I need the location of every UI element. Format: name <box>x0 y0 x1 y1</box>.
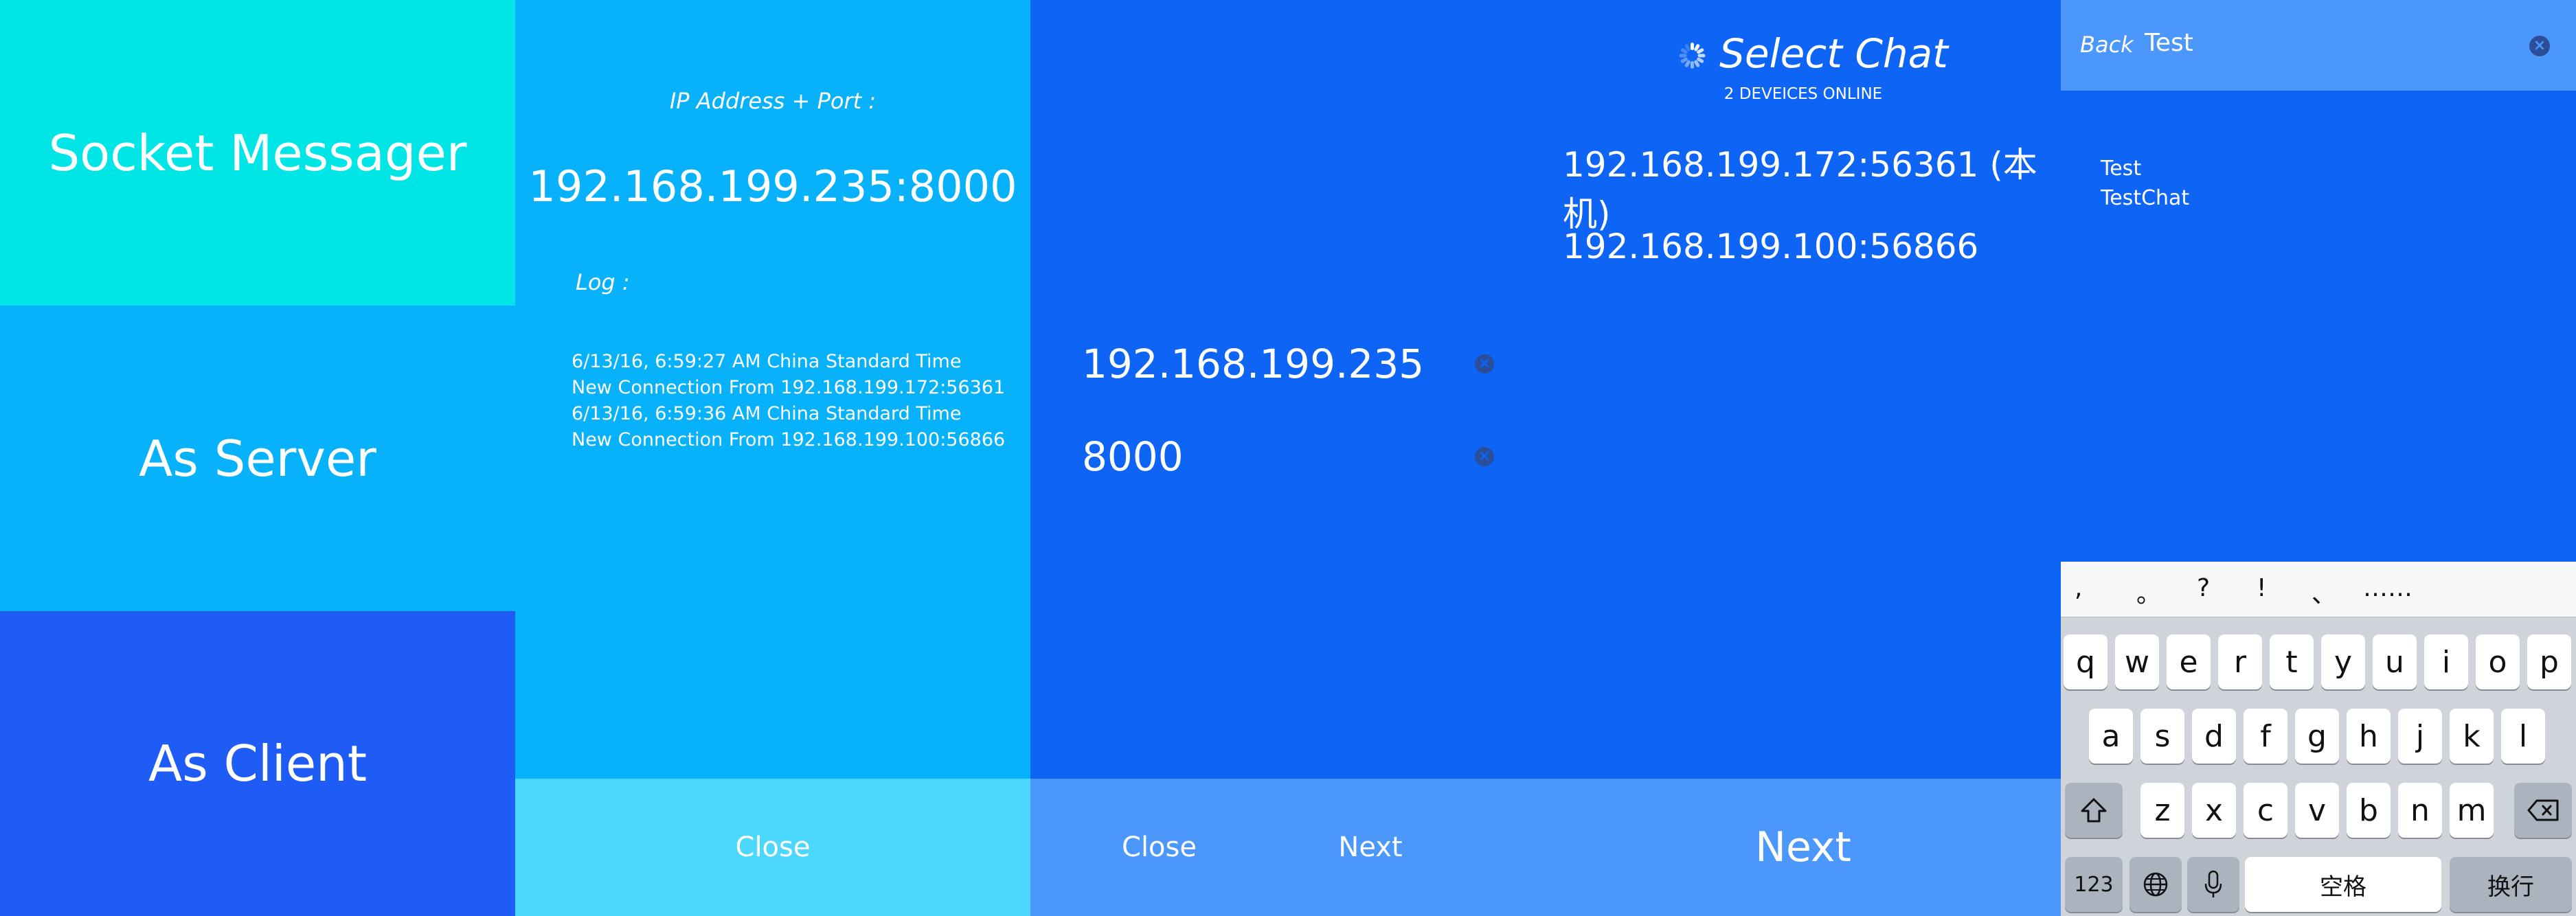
app-title: Socket Messager <box>48 124 467 182</box>
log-list: 6/13/16, 6:59:27 AM China Standard Time … <box>572 349 1005 453</box>
key-a[interactable]: a <box>2089 709 2133 764</box>
shift-key[interactable] <box>2065 783 2123 838</box>
key-e[interactable]: e <box>2167 634 2211 689</box>
key-j[interactable]: j <box>2398 709 2442 764</box>
key-s[interactable]: s <box>2140 709 2184 764</box>
port-input-value: 8000 <box>1082 433 1184 480</box>
key-z[interactable]: z <box>2140 783 2184 838</box>
log-line: 6/13/16, 6:59:27 AM China Standard Time <box>572 351 962 372</box>
key-o[interactable]: o <box>2476 634 2520 689</box>
port-input[interactable]: 8000 × <box>1082 429 1494 484</box>
client-connect-screen: 192.168.199.235 × 8000 × Close Next <box>1030 0 1546 916</box>
select-chat-next-button[interactable]: Next <box>1546 779 2061 916</box>
key-k[interactable]: k <box>2450 709 2494 764</box>
key-c[interactable]: c <box>2244 783 2287 838</box>
microphone-key[interactable] <box>2187 857 2239 912</box>
key-r[interactable]: r <box>2218 634 2262 689</box>
log-label: Log : <box>576 269 630 295</box>
suggestion-item[interactable]: ? <box>2197 574 2210 602</box>
suggestion-item[interactable]: 。 <box>2136 574 2161 610</box>
device-item[interactable]: 192.168.199.100:56866 <box>1563 227 1978 266</box>
microphone-icon <box>2204 870 2222 897</box>
suggestion-bar: , 。 ? ! 、 …… <box>2061 562 2576 617</box>
return-key[interactable]: 换行 <box>2450 857 2572 912</box>
back-button[interactable]: Back <box>2080 32 2134 58</box>
chat-header: Back Test × <box>2061 0 2576 91</box>
chat-input[interactable]: Test <box>2145 29 2193 57</box>
as-server-label: As Server <box>139 429 376 488</box>
client-bottom-bar: Close Next <box>1030 779 1546 916</box>
globe-icon <box>2143 872 2168 897</box>
key-f[interactable]: f <box>2244 709 2287 764</box>
loading-spinner-icon <box>1677 41 1706 70</box>
message-list: Test TestChat <box>2101 154 2189 213</box>
suggestion-item[interactable]: 、 <box>2312 574 2336 610</box>
log-line: New Connection From 192.168.199.100:5686… <box>572 429 1006 450</box>
backspace-icon <box>2527 799 2559 821</box>
key-t[interactable]: t <box>2270 634 2314 689</box>
select-chat-screen: Select Chat 2 DEVEICES ONLINE 192.168.19… <box>1546 0 2061 916</box>
key-w[interactable]: w <box>2115 634 2159 689</box>
key-y[interactable]: y <box>2321 634 2365 689</box>
key-p[interactable]: p <box>2527 634 2571 689</box>
close-label: Close <box>735 832 811 863</box>
key-n[interactable]: n <box>2398 783 2442 838</box>
key-u[interactable]: u <box>2373 634 2417 689</box>
suggestion-item[interactable]: …… <box>2363 574 2413 602</box>
devices-online-subtitle: 2 DEVEICES ONLINE <box>1724 85 1883 103</box>
as-client-label: As Client <box>148 735 368 792</box>
key-h[interactable]: h <box>2347 709 2391 764</box>
key-d[interactable]: d <box>2192 709 2236 764</box>
clear-icon[interactable]: × <box>2529 36 2550 56</box>
log-line: New Connection From 192.168.199.172:5636… <box>572 377 1006 398</box>
message-item: Test <box>2101 157 2142 181</box>
suggestion-item[interactable]: ! <box>2257 574 2266 602</box>
client-close-button[interactable]: Close <box>1030 779 1288 916</box>
select-chat-title: Select Chat <box>1719 30 1948 77</box>
key-i[interactable]: i <box>2424 634 2468 689</box>
client-next-button[interactable]: Next <box>1288 779 1453 916</box>
next-label: Next <box>1755 823 1851 871</box>
key-q[interactable]: q <box>2064 634 2108 689</box>
key-g[interactable]: g <box>2295 709 2339 764</box>
server-close-button[interactable]: Close <box>515 779 1030 916</box>
ip-input-value: 192.168.199.235 <box>1082 341 1425 387</box>
log-line: 6/13/16, 6:59:36 AM China Standard Time <box>572 403 962 424</box>
ip-address-value: 192.168.199.235:8000 <box>528 161 1017 211</box>
keyboard: , 。 ? ! 、 …… q w e r t y u i o p a s d f… <box>2061 562 2576 916</box>
key-v[interactable]: v <box>2295 783 2339 838</box>
chat-screen: Back Test × Test TestChat , 。 ? ! 、 …… q… <box>2061 0 2576 916</box>
ip-input[interactable]: 192.168.199.235 × <box>1082 336 1494 391</box>
message-item: TestChat <box>2101 186 2190 210</box>
device-item[interactable]: 192.168.199.172:56361 (本机) <box>1563 137 2061 236</box>
key-m[interactable]: m <box>2450 783 2494 838</box>
numbers-key[interactable]: 123 <box>2065 857 2123 912</box>
backspace-key[interactable] <box>2514 783 2572 838</box>
server-screen: IP Address + Port : 192.168.199.235:8000… <box>515 0 1030 916</box>
suggestion-item[interactable]: , <box>2075 574 2082 602</box>
key-l[interactable]: l <box>2501 709 2545 764</box>
main-menu-screen: Socket Messager As Server As Client <box>0 0 515 916</box>
key-b[interactable]: b <box>2347 783 2391 838</box>
clear-icon[interactable]: × <box>1475 447 1494 466</box>
ip-address-label: IP Address + Port : <box>669 88 877 114</box>
shift-icon <box>2081 798 2107 823</box>
as-server-button[interactable]: As Server <box>0 306 515 611</box>
as-client-button[interactable]: As Client <box>0 611 515 916</box>
globe-key[interactable] <box>2129 857 2182 912</box>
space-key[interactable]: 空格 <box>2245 857 2441 912</box>
socket-messager-title: Socket Messager <box>0 0 515 306</box>
key-x[interactable]: x <box>2192 783 2236 838</box>
clear-icon[interactable]: × <box>1475 354 1494 374</box>
